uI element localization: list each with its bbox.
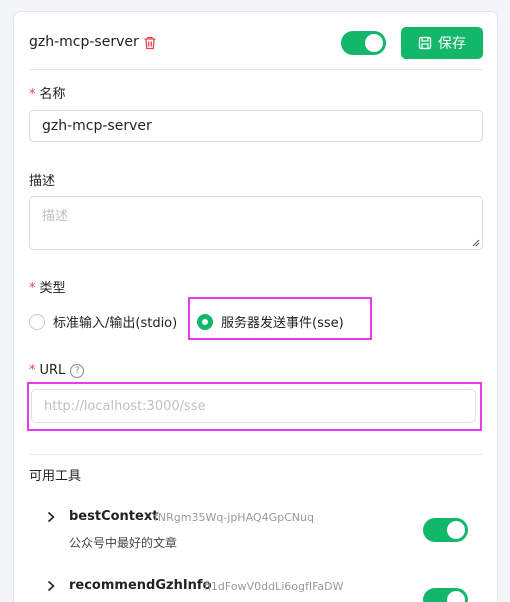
- url-input[interactable]: http://localhost:3000/sse: [31, 389, 476, 423]
- trash-icon[interactable]: [142, 35, 158, 51]
- toggle-knob: [447, 521, 465, 539]
- chevron-right-icon[interactable]: [46, 511, 56, 523]
- tool-description: 公众号中最好的文章: [69, 536, 178, 550]
- tool-name: recommendGzhInfo: [69, 578, 212, 593]
- server-enabled-toggle[interactable]: [341, 31, 386, 55]
- description-label: 描述: [29, 174, 56, 189]
- tool-enabled-toggle[interactable]: [423, 518, 468, 542]
- tools-title: 可用工具: [29, 469, 82, 484]
- tool-id: fl1dFowV0ddLi6ogfIFaDW: [204, 580, 344, 593]
- required-mark: *: [29, 281, 36, 296]
- radio-checked-icon: [197, 313, 213, 330]
- type-option-sse[interactable]: 服务器发送事件(sse): [197, 312, 344, 331]
- toggle-knob: [447, 591, 465, 602]
- tool-name: bestContext: [69, 509, 159, 524]
- header-divider: [29, 69, 483, 70]
- type-option-stdio[interactable]: 标准输入/输出(stdio): [29, 312, 177, 331]
- url-label: * URL?: [29, 363, 85, 378]
- save-button[interactable]: 保存: [401, 27, 483, 59]
- type-label: * 类型: [29, 281, 66, 296]
- required-mark: *: [29, 363, 36, 378]
- radio-unchecked-icon: [29, 313, 45, 330]
- description-textarea[interactable]: 描述: [29, 196, 483, 250]
- help-icon[interactable]: ?: [70, 364, 85, 378]
- save-button-label: 保存: [438, 36, 466, 52]
- server-title: gzh-mcp-server: [29, 34, 139, 50]
- tool-id: fNRgm35Wq-jpHAQ4GpCNuq: [154, 511, 314, 524]
- toggle-knob: [365, 34, 383, 52]
- tool-enabled-toggle[interactable]: [423, 588, 468, 602]
- name-input[interactable]: gzh-mcp-server: [29, 110, 483, 142]
- tools-divider: [29, 454, 483, 455]
- resize-grip-icon[interactable]: [472, 239, 480, 247]
- required-mark: *: [29, 87, 36, 102]
- name-label: * 名称: [29, 87, 66, 102]
- chevron-right-icon[interactable]: [46, 580, 56, 592]
- save-icon: [418, 36, 432, 50]
